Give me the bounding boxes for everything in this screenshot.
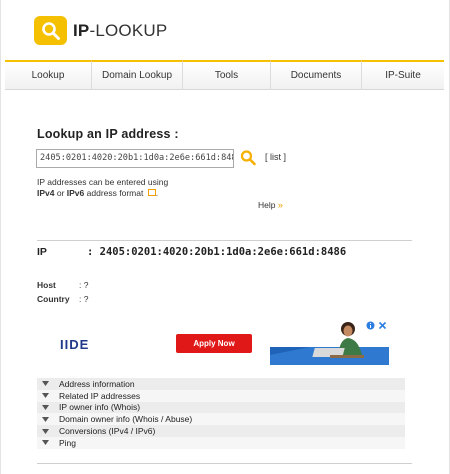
- double-chevron-icon: »: [277, 200, 283, 210]
- triangle-down-icon: [42, 381, 49, 387]
- ad-logo: IIDE: [60, 337, 90, 352]
- tab-lookup[interactable]: Lookup: [5, 60, 92, 89]
- search-button[interactable]: [240, 149, 256, 167]
- accordion-domain-owner-info[interactable]: Domain owner info (Whois / Abuse): [37, 413, 405, 426]
- triangle-down-icon: [42, 393, 49, 399]
- external-link-icon[interactable]: [147, 189, 156, 196]
- triangle-down-icon: [42, 404, 49, 410]
- list-link[interactable]: [ list ]: [265, 152, 286, 162]
- accordion-ip-owner-info[interactable]: IP owner info (Whois): [37, 401, 405, 414]
- country-value: : ?: [79, 294, 89, 304]
- logo-text: IP-LOOKUP: [73, 20, 168, 40]
- tab-domain-lookup[interactable]: Domain Lookup: [92, 60, 183, 89]
- magnifier-icon: [34, 16, 67, 45]
- main-nav: Lookup Domain Lookup Tools Documents IP-…: [5, 60, 444, 90]
- ip-result: IP: 2405:0201:4020:20b1:1d0a:2e6e:661d:8…: [37, 246, 347, 258]
- tab-tools[interactable]: Tools: [183, 60, 271, 89]
- ip-address-input[interactable]: 2405:0201:4020:20b1:1d0a:2e6e:661d:8486: [36, 149, 234, 168]
- site-logo[interactable]: IP-LOOKUP: [34, 16, 167, 45]
- magnifier-icon: [240, 150, 256, 166]
- host-value: : ?: [79, 280, 89, 290]
- ipv4-label: IPv4: [37, 188, 55, 198]
- accordion-related-ip-addresses[interactable]: Related IP addresses: [37, 389, 405, 402]
- ad-apply-button[interactable]: Apply Now: [176, 334, 252, 353]
- ipv6-label: IPv6: [66, 188, 85, 198]
- ad-banner[interactable]: IIDE Apply Now: [45, 322, 389, 365]
- help-text: IP addresses can be entered using IPv4 o…: [37, 177, 169, 198]
- host-row: Host: ?: [37, 280, 89, 290]
- divider: [37, 240, 412, 241]
- triangle-down-icon: [42, 416, 49, 422]
- ad-person-image: [270, 321, 389, 365]
- country-row: Country: ?: [37, 294, 89, 304]
- triangle-down-icon: [42, 428, 49, 434]
- lookup-title: Lookup an IP address :: [37, 127, 179, 141]
- help-link[interactable]: Help »: [258, 200, 283, 210]
- triangle-down-icon: [42, 440, 49, 446]
- ip-value: : 2405:0201:4020:20b1:1d0a:2e6e:661d:848…: [87, 246, 347, 258]
- tab-ip-suite[interactable]: IP-Suite: [362, 60, 444, 89]
- accordion-conversions[interactable]: Conversions (IPv4 / IPv6): [37, 425, 405, 437]
- tab-documents[interactable]: Documents: [271, 60, 362, 89]
- details-accordion: Address information Related IP addresses…: [37, 378, 405, 449]
- accordion-address-information[interactable]: Address information: [37, 378, 405, 390]
- accordion-ping[interactable]: Ping: [37, 436, 405, 449]
- divider: [37, 463, 412, 464]
